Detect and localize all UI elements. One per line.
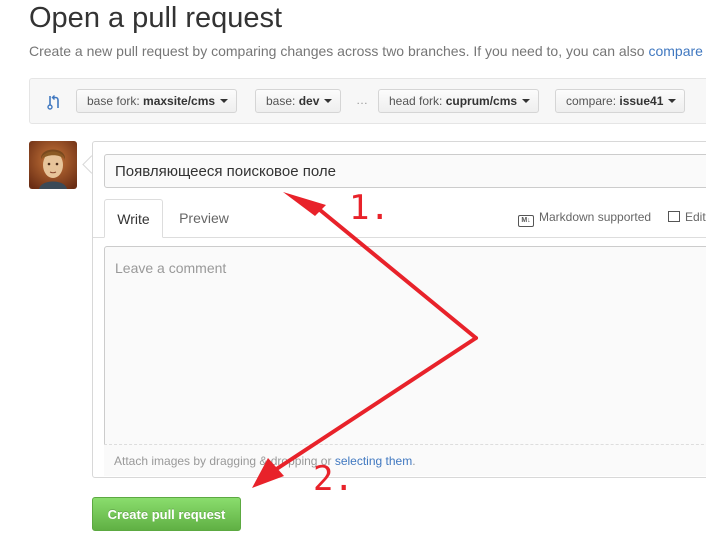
attach-images-bar[interactable]: Attach images by dragging & dropping or … bbox=[104, 444, 706, 476]
annotation-label-1: 1. bbox=[349, 188, 390, 228]
head-fork-select[interactable]: head fork: cuprum/cms bbox=[378, 89, 540, 113]
markdown-icon: M↓ bbox=[518, 215, 534, 227]
base-fork-label: base fork: bbox=[87, 94, 144, 108]
edit-toggle[interactable]: Edit bbox=[668, 210, 706, 224]
compare-branch-value: issue41 bbox=[619, 94, 664, 108]
range-ellipsis: … bbox=[356, 93, 368, 107]
head-fork-label: head fork: bbox=[389, 94, 446, 108]
chevron-down-icon bbox=[220, 99, 229, 103]
create-pull-request-button[interactable]: Create pull request bbox=[92, 497, 241, 531]
page-title: Open a pull request bbox=[29, 2, 283, 34]
comment-textarea[interactable] bbox=[104, 246, 706, 476]
chevron-down-icon bbox=[522, 99, 531, 103]
base-fork-select[interactable]: base fork: maxsite/cms bbox=[76, 89, 238, 113]
fullscreen-icon bbox=[668, 211, 680, 222]
git-compare-icon bbox=[47, 95, 59, 110]
base-fork-value: maxsite/cms bbox=[143, 94, 216, 108]
attach-text-end: . bbox=[412, 454, 416, 468]
chevron-down-icon bbox=[324, 99, 333, 103]
pr-title-input[interactable] bbox=[104, 154, 706, 188]
compare-range-bar: base fork: maxsite/cms base: dev … head … bbox=[29, 78, 706, 124]
markdown-note[interactable]: M↓ Markdown supported bbox=[518, 210, 651, 227]
page-subtitle: Create a new pull request by comparing c… bbox=[29, 43, 703, 59]
compare-branch-label: compare: bbox=[566, 94, 620, 108]
compare-branch-select[interactable]: compare: issue41 bbox=[555, 89, 686, 113]
avatar-image bbox=[29, 141, 77, 189]
head-fork-value: cuprum/cms bbox=[445, 94, 518, 108]
avatar[interactable] bbox=[29, 141, 77, 189]
tab-write[interactable]: Write bbox=[104, 199, 163, 238]
base-branch-select[interactable]: base: dev bbox=[255, 89, 342, 113]
edit-label: Edit bbox=[685, 210, 706, 224]
base-branch-label: base: bbox=[266, 94, 299, 108]
attach-text: Attach images by dragging & dropping or bbox=[114, 454, 335, 468]
annotation-label-2: 2. bbox=[313, 459, 354, 499]
markdown-label: Markdown supported bbox=[539, 210, 652, 224]
tab-preview[interactable]: Preview bbox=[168, 199, 240, 237]
base-branch-value: dev bbox=[298, 94, 320, 108]
chevron-down-icon bbox=[668, 99, 677, 103]
subtitle-text: Create a new pull request by comparing c… bbox=[29, 43, 649, 59]
compare-link[interactable]: compare bbox=[648, 43, 702, 59]
tabs-divider bbox=[93, 237, 706, 238]
